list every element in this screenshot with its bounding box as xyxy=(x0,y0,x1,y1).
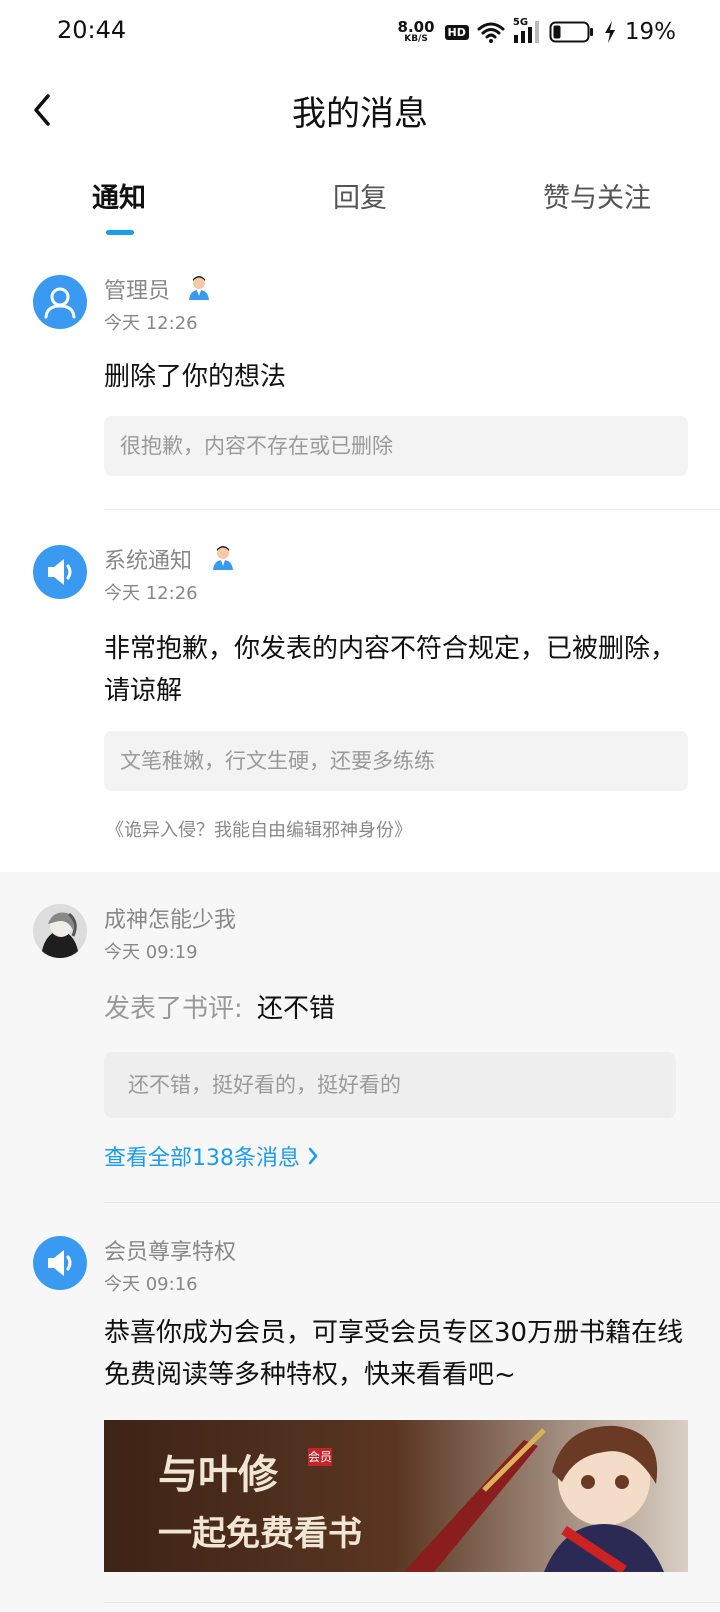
divider xyxy=(104,1602,720,1603)
message-time: 今天 12:26 xyxy=(104,313,198,334)
chevron-right-icon xyxy=(308,1147,318,1165)
tab-replies[interactable]: 回复 xyxy=(333,176,387,215)
message-time: 今天 09:19 xyxy=(104,942,198,963)
promo-banner[interactable]: 与叶修 会员 一起免费看书 xyxy=(104,1420,688,1572)
page-title: 我的消息 xyxy=(292,94,428,134)
network-speed-value: 8.00 xyxy=(397,18,435,36)
message-content: 发表了书评: 还不错 xyxy=(104,988,684,1030)
admin-badge-icon xyxy=(213,546,233,570)
status-icons: 8.00 KB/S HD 5G 19% xyxy=(398,16,676,48)
quoted-text[interactable]: 很抱歉，内容不存在或已删除 xyxy=(104,416,688,476)
network-speed: 8.00 KB/S xyxy=(398,20,435,44)
book-title[interactable]: 《诡异入侵？我能自由编辑邪神身份》 xyxy=(106,816,412,842)
battery-percent: 19% xyxy=(624,19,676,45)
battery-icon xyxy=(549,21,593,43)
banner-line-2: 一起免费看书 xyxy=(158,1514,362,1554)
quoted-text[interactable]: 还不错，挺好看的，挺好看的 xyxy=(104,1052,676,1118)
avatar[interactable] xyxy=(33,545,87,599)
sender-name[interactable]: 会员尊享特权 xyxy=(104,1234,236,1266)
tab-likes-follows[interactable]: 赞与关注 xyxy=(543,176,651,215)
user-avatar-image xyxy=(33,904,87,958)
hd-badge: HD xyxy=(444,24,469,40)
sender-name[interactable]: 系统通知 xyxy=(104,543,192,575)
see-all-link[interactable]: 查看全部138条消息 xyxy=(104,1140,320,1172)
member-badge: 会员 xyxy=(308,1448,333,1466)
cellular-signal-icon: 5G xyxy=(513,17,541,45)
tab-notifications[interactable]: 通知 xyxy=(92,176,146,215)
message-content: 非常抱歉，你发表的内容不符合规定，已被删除，请谅解 xyxy=(104,634,677,706)
speaker-icon xyxy=(48,1250,72,1276)
banner-line-1: 与叶修 xyxy=(158,1451,278,1498)
review-text: 还不错 xyxy=(257,994,336,1024)
active-tab-indicator xyxy=(106,230,134,235)
admin-badge-icon xyxy=(189,276,209,300)
charging-bolt-icon xyxy=(604,21,615,43)
message-time: 今天 12:26 xyxy=(104,583,198,604)
message-content: 删除了你的想法 xyxy=(104,362,287,392)
avatar[interactable] xyxy=(33,1236,87,1290)
user-icon xyxy=(44,287,76,319)
divider xyxy=(104,1202,720,1203)
network-speed-unit: KB/S xyxy=(404,34,428,44)
message-time: 今天 09:16 xyxy=(104,1274,198,1295)
message-content: 恭喜你成为会员，可享受会员专区30万册书籍在线免费阅读等多种特权，快来看看吧~ xyxy=(104,1318,684,1390)
sender-name[interactable]: 成神怎能少我 xyxy=(104,902,236,934)
avatar[interactable] xyxy=(33,275,87,329)
review-prefix: 发表了书评: xyxy=(104,994,243,1024)
sender-name[interactable]: 管理员 xyxy=(104,273,170,305)
avatar[interactable] xyxy=(33,904,87,958)
speaker-icon xyxy=(48,559,72,585)
status-time: 20:44 xyxy=(57,16,127,44)
divider xyxy=(104,509,720,510)
tab-bar: 通知 回复 赞与关注 xyxy=(0,176,720,236)
quoted-text[interactable]: 文笔稚嫩，行文生硬，还要多练练 xyxy=(104,731,688,791)
status-bar: 20:44 8.00 KB/S HD 5G 19% xyxy=(0,0,720,64)
wifi-icon xyxy=(477,22,505,43)
see-all-label: 查看全部138条消息 xyxy=(104,1146,300,1171)
